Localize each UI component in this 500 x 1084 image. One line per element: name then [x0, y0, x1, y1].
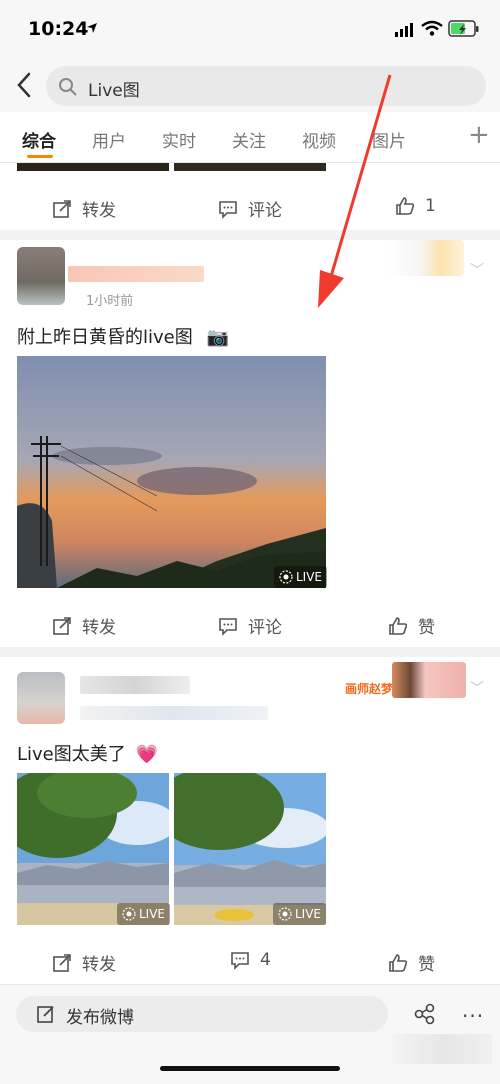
comment-button[interactable]: 4 [230, 950, 271, 970]
comment-icon [219, 617, 237, 636]
post-text: Live图太美了 💗 [17, 744, 158, 765]
annotation-arrow [318, 74, 392, 308]
like-label: 赞 [418, 955, 435, 975]
watermark [392, 1034, 492, 1064]
more-icon[interactable]: ··· [462, 1004, 484, 1028]
live-icon [279, 570, 293, 584]
camera-emoji: 📷 [206, 327, 229, 348]
repost-icon [53, 953, 71, 972]
live-icon [122, 907, 136, 921]
compose-label[interactable]: 发布微博 [66, 1003, 134, 1028]
repost-icon [53, 616, 71, 635]
home-indicator [160, 1066, 340, 1071]
like-icon [389, 616, 408, 635]
live-badge: LIVE [274, 566, 328, 588]
repost-label: 转发 [82, 955, 116, 975]
live-icon [278, 907, 292, 921]
live-badge: LIVE [117, 903, 171, 925]
username[interactable] [80, 676, 190, 694]
card-sticker [392, 662, 466, 698]
comment-icon [231, 952, 249, 970]
avatar[interactable] [17, 672, 65, 724]
sunset-photo [17, 356, 326, 588]
live-badge: LIVE [273, 903, 327, 925]
share-icon[interactable] [414, 1003, 436, 1025]
separator [0, 647, 500, 657]
comment-label: 评论 [248, 618, 282, 638]
like-icon [389, 953, 408, 972]
heart-emoji: 💗 [135, 744, 158, 765]
post-meta [80, 706, 268, 720]
sticker-text: 画师赵梦 [345, 682, 394, 696]
repost-label: 转发 [82, 618, 116, 638]
like-label: 赞 [418, 618, 435, 638]
like-button[interactable]: 赞 [388, 613, 435, 638]
compose-icon [37, 1006, 54, 1023]
chevron-down-icon[interactable]: ﹀ [470, 678, 484, 698]
repost-button[interactable]: 转发 [52, 613, 116, 638]
comment-button[interactable]: 评论 [218, 613, 282, 638]
post-image[interactable] [17, 356, 326, 588]
post-text: 附上昨日黄昏的live图 📷 [17, 327, 229, 348]
comment-count: 4 [260, 950, 271, 970]
like-button[interactable]: 赞 [388, 950, 435, 975]
repost-button[interactable]: 转发 [52, 950, 116, 975]
